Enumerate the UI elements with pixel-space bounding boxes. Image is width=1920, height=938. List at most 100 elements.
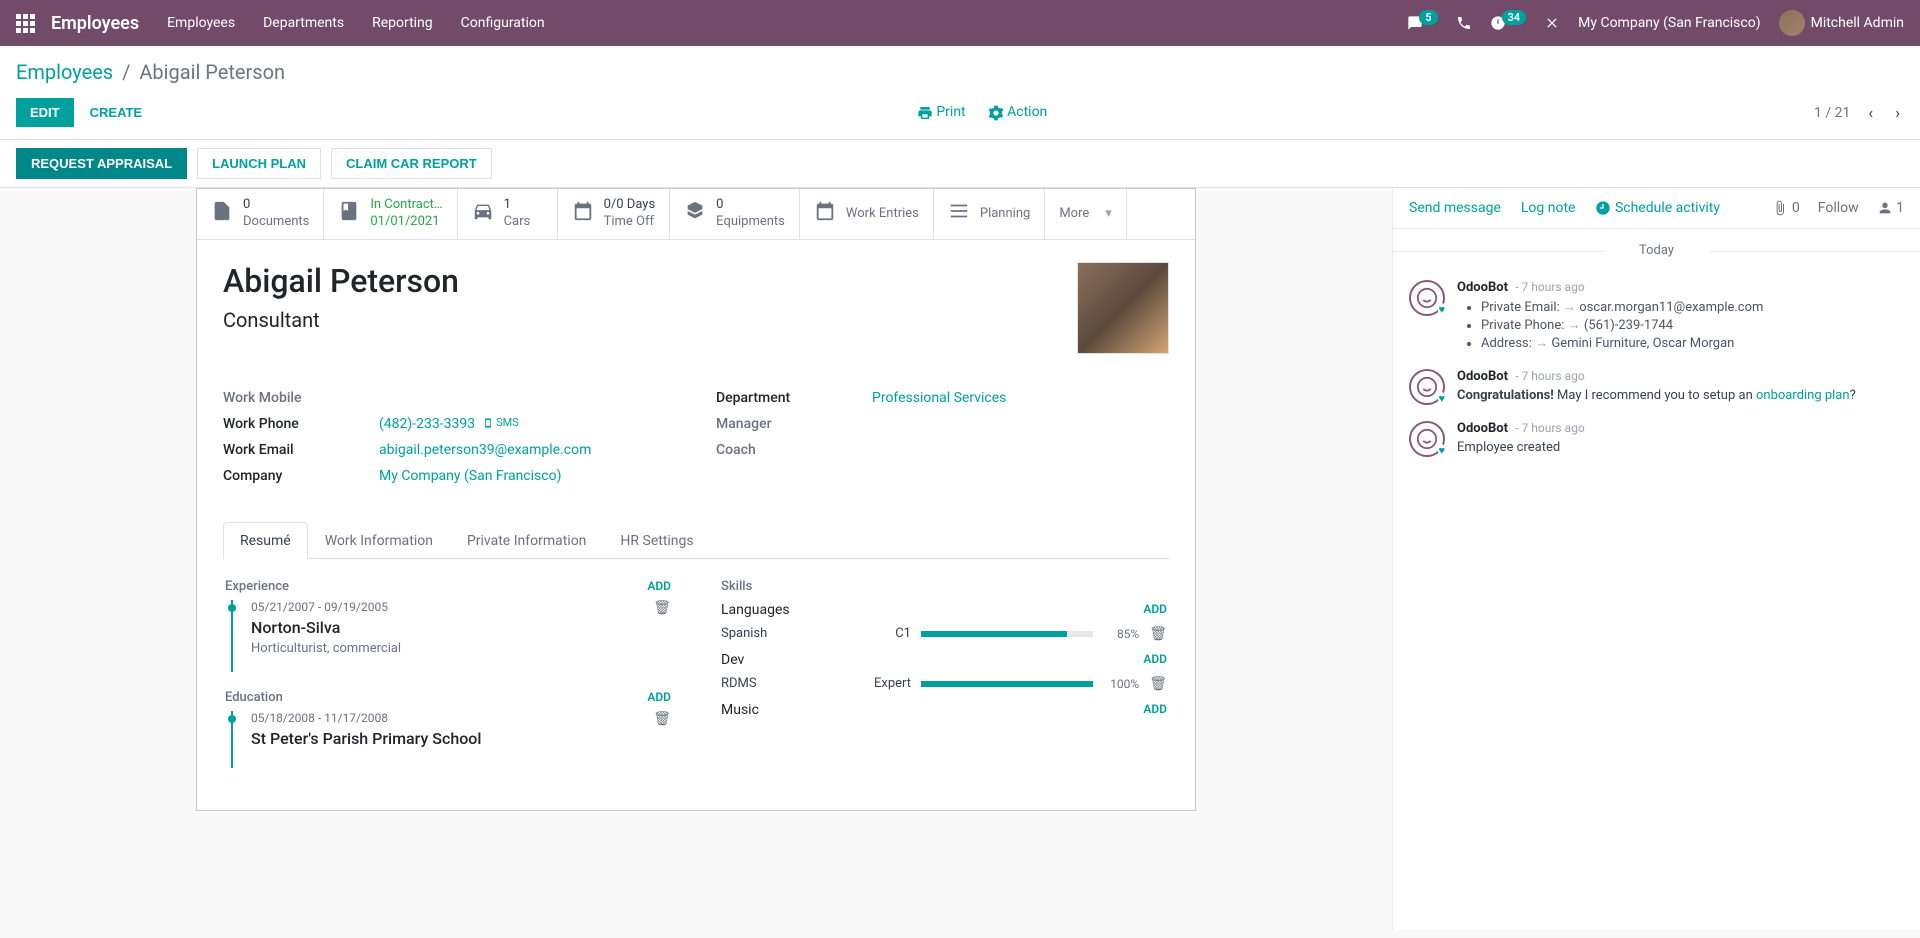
add-education-button[interactable]: ADD xyxy=(647,690,671,704)
company-value[interactable]: My Company (San Francisco) xyxy=(379,468,561,484)
stat-documents[interactable]: 0Documents xyxy=(197,189,324,239)
chatter-date-separator: Today xyxy=(1393,229,1920,272)
calendar-icon xyxy=(814,200,836,227)
stat-more[interactable]: More ▾ xyxy=(1045,189,1126,239)
company-switcher[interactable]: My Company (San Francisco) xyxy=(1578,15,1760,31)
label-work-email: Work Email xyxy=(223,442,379,458)
sms-button[interactable]: SMS xyxy=(483,416,519,429)
stat-contract[interactable]: In Contract…01/01/2021 xyxy=(324,189,457,239)
stat-equipments[interactable]: 0Equipments xyxy=(670,189,800,239)
launch-plan-button[interactable]: LAUNCH PLAN xyxy=(197,148,321,179)
delete-edu-button[interactable]: 🗑 xyxy=(653,711,671,727)
pager-next[interactable]: › xyxy=(1891,103,1904,122)
delete-exp-button[interactable]: 🗑 xyxy=(653,600,671,616)
action-button[interactable]: Action xyxy=(988,104,1048,120)
employee-title: Consultant xyxy=(223,308,459,332)
follow-button[interactable]: Follow xyxy=(1818,200,1859,216)
app-brand[interactable]: Employees xyxy=(51,13,139,34)
user-name: Mitchell Admin xyxy=(1811,15,1904,31)
employee-photo[interactable] xyxy=(1077,262,1169,354)
chatter: Send message Log note Schedule activity … xyxy=(1392,188,1920,930)
education-heading: Education xyxy=(225,690,283,705)
send-message-button[interactable]: Send message xyxy=(1409,200,1501,216)
add-music-button[interactable]: ADD xyxy=(1143,702,1167,718)
exp-subtitle: Horticulturist, commercial xyxy=(251,641,401,656)
control-panel: Employees / Abigail Peterson EDIT CREATE… xyxy=(0,46,1920,140)
apps-icon[interactable] xyxy=(16,14,35,33)
edu-title: St Peter's Parish Primary School xyxy=(251,729,481,748)
phone-icon[interactable] xyxy=(1456,15,1472,31)
label-department: Department xyxy=(716,390,872,406)
department-value[interactable]: Professional Services xyxy=(872,390,1006,406)
print-button[interactable]: Print xyxy=(917,104,966,120)
bot-avatar xyxy=(1409,421,1445,457)
request-appraisal-button[interactable]: REQUEST APPRAISAL xyxy=(16,148,187,179)
file-icon xyxy=(211,200,233,227)
user-menu[interactable]: Mitchell Admin xyxy=(1779,10,1904,36)
work-phone-value[interactable]: (482)-233-3393 xyxy=(379,416,475,432)
tab-hr-settings[interactable]: HR Settings xyxy=(603,522,710,559)
breadcrumb-root[interactable]: Employees xyxy=(16,60,113,84)
work-email-value[interactable]: abigail.peterson39@example.com xyxy=(379,442,591,458)
activities-icon[interactable]: 34 xyxy=(1490,15,1527,31)
nav-departments[interactable]: Departments xyxy=(263,15,344,31)
messaging-badge: 5 xyxy=(1419,10,1437,25)
pager-count[interactable]: 1 / 21 xyxy=(1814,105,1850,121)
label-coach: Coach xyxy=(716,442,872,458)
chatter-message: OdooBot - 7 hours ago Employee created xyxy=(1393,413,1920,465)
education-item: 05/18/2008 - 11/17/2008 St Peter's Paris… xyxy=(231,711,671,768)
tab-resume[interactable]: Resumé xyxy=(223,522,308,559)
breadcrumb: Employees / Abigail Peterson xyxy=(16,60,285,84)
attachments-button[interactable]: 0 xyxy=(1772,200,1799,216)
label-work-phone: Work Phone xyxy=(223,416,379,432)
clock-icon xyxy=(1595,200,1611,216)
label-manager: Manager xyxy=(716,416,872,432)
claim-car-report-button[interactable]: CLAIM CAR REPORT xyxy=(331,148,492,179)
exp-dates: 05/21/2007 - 09/19/2005 xyxy=(251,600,401,614)
bot-avatar xyxy=(1409,369,1445,405)
skill-cat-languages: Languages xyxy=(721,602,790,618)
pager-prev[interactable]: ‹ xyxy=(1864,103,1877,122)
add-dev-button[interactable]: ADD xyxy=(1143,652,1167,668)
chevron-down-icon: ▾ xyxy=(1105,206,1112,221)
stat-work-entries[interactable]: Work Entries xyxy=(800,189,934,239)
skill-bar xyxy=(921,681,1093,687)
skill-bar xyxy=(921,631,1093,637)
onboarding-plan-link[interactable]: onboarding plan xyxy=(1756,388,1850,403)
stat-button-box: 0Documents In Contract…01/01/2021 1Cars xyxy=(197,189,1195,240)
gear-icon xyxy=(988,105,1004,121)
delete-skill-button[interactable]: 🗑 xyxy=(1149,626,1167,642)
user-avatar xyxy=(1779,10,1805,36)
edit-button[interactable]: EDIT xyxy=(16,98,74,127)
stat-timeoff[interactable]: 0/0 DaysTime Off xyxy=(558,189,671,239)
tab-private-information[interactable]: Private Information xyxy=(450,522,603,559)
bot-avatar xyxy=(1409,280,1445,316)
log-note-button[interactable]: Log note xyxy=(1521,200,1576,216)
delete-skill-button[interactable]: 🗑 xyxy=(1149,676,1167,692)
followers-button[interactable]: 1 xyxy=(1877,200,1904,216)
user-icon xyxy=(1877,200,1893,216)
experience-item: 05/21/2007 - 09/19/2005 Norton-Silva Hor… xyxy=(231,600,671,672)
tab-work-information[interactable]: Work Information xyxy=(308,522,450,559)
skills-heading: Skills xyxy=(721,579,1167,594)
book-icon xyxy=(338,200,360,227)
add-experience-button[interactable]: ADD xyxy=(647,579,671,593)
paperclip-icon xyxy=(1772,200,1788,216)
label-company: Company xyxy=(223,468,379,484)
debug-icon[interactable] xyxy=(1544,15,1560,31)
schedule-activity-button[interactable]: Schedule activity xyxy=(1595,200,1720,216)
stat-planning[interactable]: Planning xyxy=(934,189,1045,239)
skill-cat-dev: Dev xyxy=(721,652,744,668)
breadcrumb-current: Abigail Peterson xyxy=(139,60,285,84)
messaging-icon[interactable]: 5 xyxy=(1407,15,1437,31)
nav-reporting[interactable]: Reporting xyxy=(372,15,433,31)
nav-configuration[interactable]: Configuration xyxy=(461,15,545,31)
add-language-button[interactable]: ADD xyxy=(1143,602,1167,618)
stat-cars[interactable]: 1Cars xyxy=(458,189,558,239)
exp-title: Norton-Silva xyxy=(251,618,401,637)
cubes-icon xyxy=(684,200,706,227)
edu-dates: 05/18/2008 - 11/17/2008 xyxy=(251,711,481,725)
activities-badge: 34 xyxy=(1502,10,1527,25)
create-button[interactable]: CREATE xyxy=(82,98,150,127)
nav-employees[interactable]: Employees xyxy=(167,15,235,31)
